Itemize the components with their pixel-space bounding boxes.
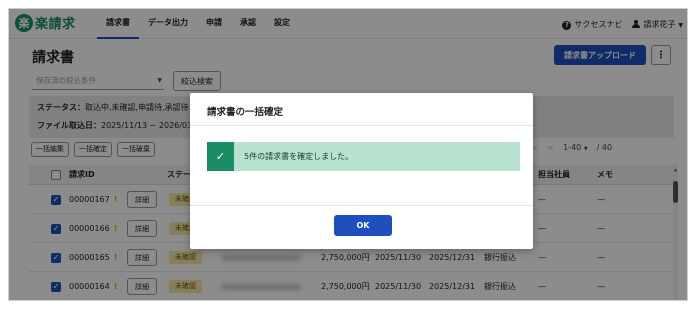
- success-message: ✓ 5件の請求書を確定しました。: [207, 142, 520, 171]
- divider: [190, 205, 533, 206]
- ok-button[interactable]: OK: [334, 215, 392, 236]
- divider: [190, 125, 533, 126]
- dialog-title: 請求書の一括確定: [207, 107, 284, 118]
- app-window: 楽 楽請求 請求書 データ出力 申請 承認 設定 ? サクセスナビ 請求花子 ▼ 請…: [8, 8, 688, 301]
- check-icon: ✓: [207, 142, 234, 171]
- bulk-confirm-dialog: 請求書の一括確定 ✓ 5件の請求書を確定しました。 OK: [190, 93, 533, 249]
- success-message-text: 5件の請求書を確定しました。: [244, 152, 354, 161]
